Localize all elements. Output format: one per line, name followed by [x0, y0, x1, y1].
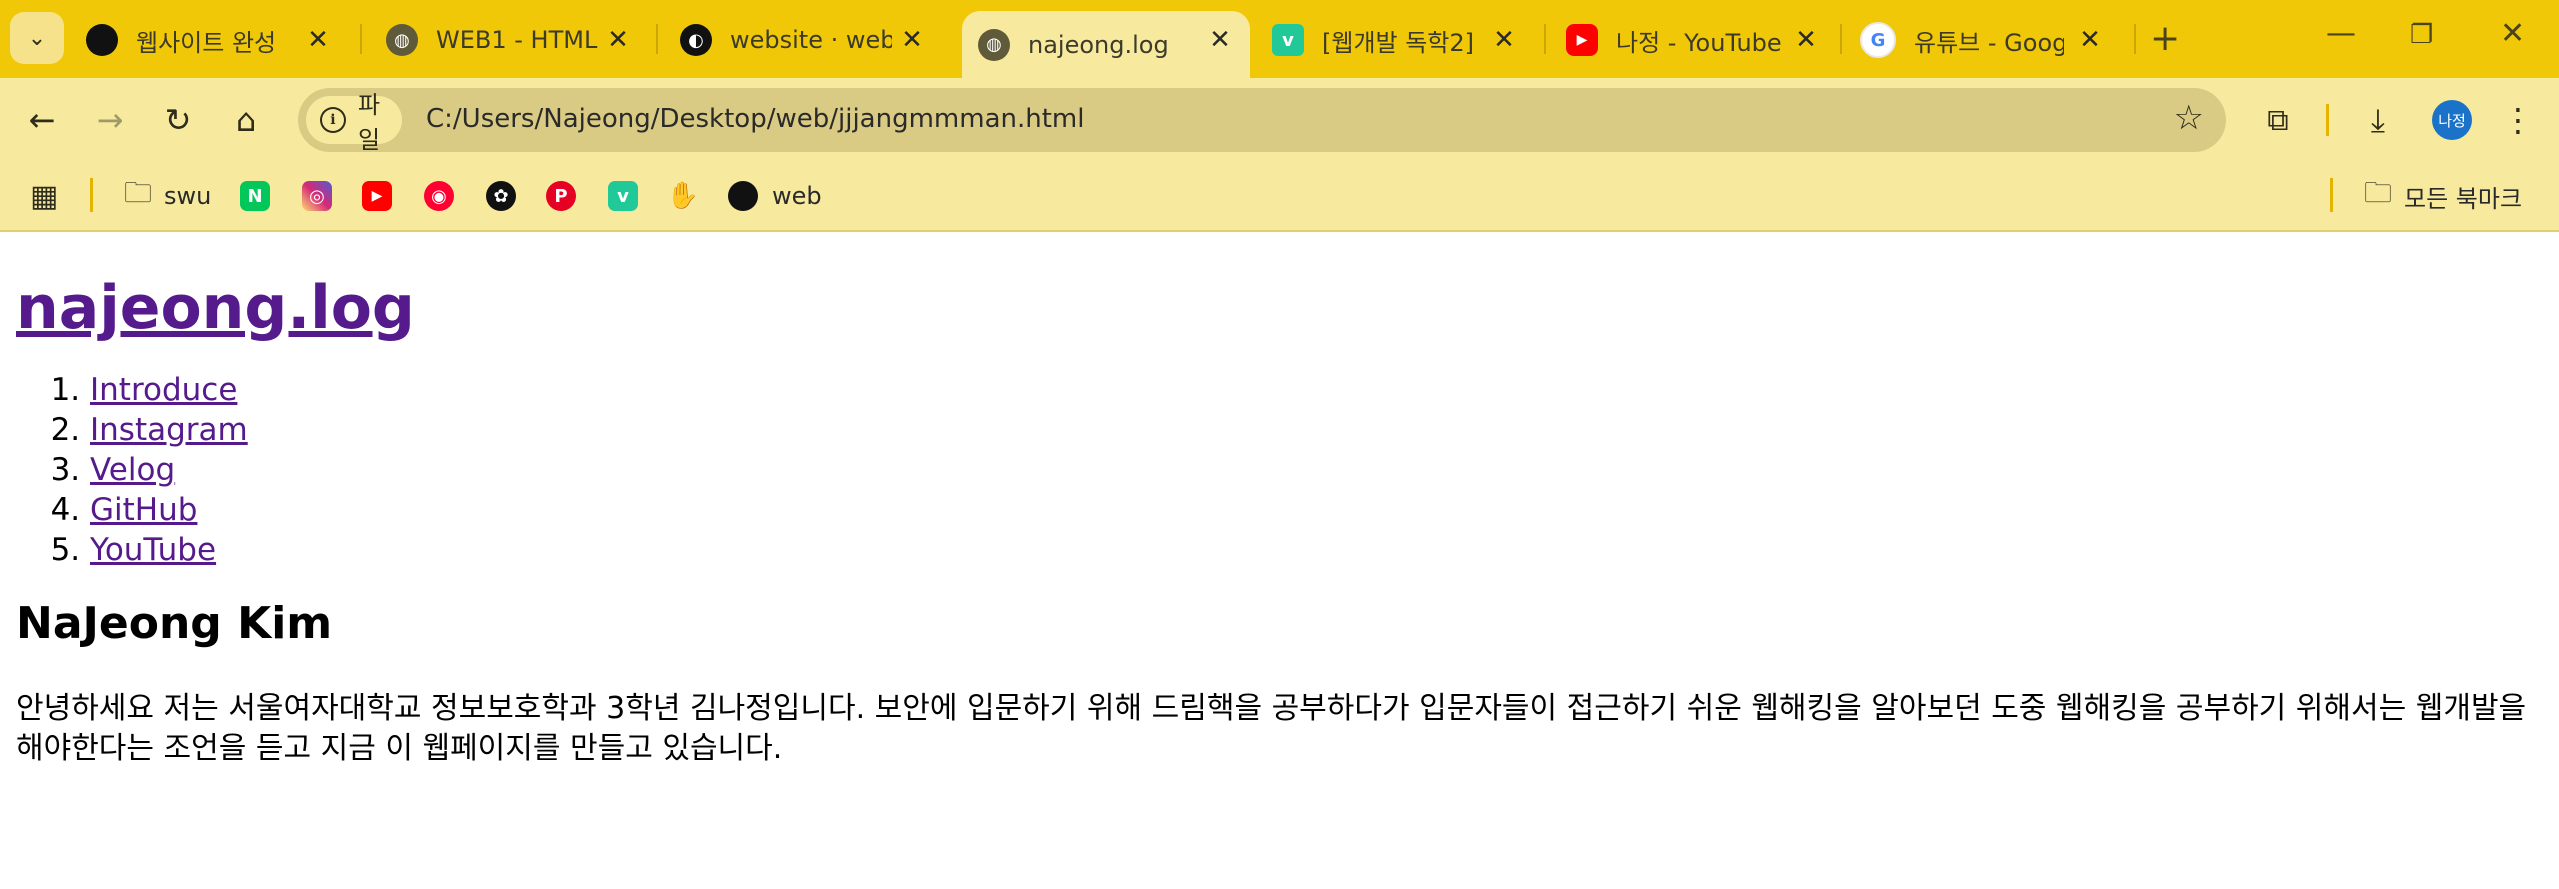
tab-search-button[interactable]: ⌄ [10, 12, 64, 64]
tab-6[interactable]: G 유튜브 - Googl ✕ [1860, 11, 2120, 69]
naver-icon: N [240, 181, 270, 211]
forward-arrow-icon[interactable]: → [88, 98, 132, 142]
home-icon[interactable]: ⌂ [224, 98, 268, 142]
black-circle-icon [728, 181, 758, 211]
close-icon[interactable]: ✕ [1488, 24, 1520, 56]
section-heading: NaJeong Kim [16, 598, 333, 649]
folder-icon: 🗀 [124, 176, 153, 209]
tab-title: website · web-r [730, 26, 892, 54]
info-icon: i [320, 107, 346, 133]
close-icon[interactable]: ✕ [302, 24, 334, 56]
nav-item: Introduce [90, 370, 2536, 410]
close-icon[interactable]: ✕ [896, 24, 928, 56]
globe-icon: ◍ [386, 24, 418, 56]
velog-icon: v [1272, 24, 1304, 56]
all-bookmarks-label: 모든 북마크 [2404, 184, 2523, 213]
bookmark-pinterest[interactable]: P [546, 176, 590, 216]
toolbar-divider [2326, 104, 2329, 136]
download-icon[interactable]: ⤓ [2356, 98, 2400, 142]
bookmark-star-icon[interactable]: ☆ [2174, 98, 2204, 138]
instagram-icon: ◎ [302, 181, 332, 211]
close-icon[interactable]: ✕ [1790, 24, 1822, 56]
apps-grid-icon[interactable]: ▦ [30, 176, 58, 216]
bookmark-velog[interactable]: v [608, 176, 652, 216]
youtube-icon: ▶ [362, 181, 392, 211]
url-text[interactable]: C:/Users/Najeong/Desktop/web/jjjangmmman… [426, 104, 1084, 134]
folder-icon: 🗀 [2364, 176, 2393, 209]
all-bookmarks-folder[interactable]: 🗀 모든 북마크 [2364, 176, 2522, 216]
reload-icon[interactable]: ↻ [156, 98, 200, 142]
tab-strip: ⌄ 웹사이트 완성 ✕ ◍ WEB1 - HTML ✕ ◐ website · … [0, 0, 2559, 78]
window-close-icon[interactable]: ✕ [2500, 16, 2525, 51]
address-bar[interactable]: i 파일 C:/Users/Najeong/Desktop/web/jjjang… [298, 88, 2226, 154]
nav-link-velog[interactable]: Velog [90, 452, 175, 488]
tab-divider [1544, 24, 1546, 54]
bookmark-instagram[interactable]: ◎ [302, 176, 346, 216]
browser-toolbar: ← → ↻ ⌂ i 파일 C:/Users/Najeong/Desktop/we… [0, 78, 2559, 162]
bookmark-divider [90, 178, 93, 212]
chatgpt-icon: ✿ [486, 181, 516, 211]
pinterest-icon: P [546, 181, 576, 211]
bookmark-web[interactable]: web [728, 176, 822, 216]
close-icon[interactable]: ✕ [602, 24, 634, 56]
google-icon: G [1860, 22, 1896, 58]
tab-4[interactable]: v [웹개발 독학2] ✕ [1272, 11, 1534, 69]
close-icon[interactable]: ✕ [2074, 24, 2106, 56]
bookmark-divider [2330, 178, 2333, 212]
tab-title: 유튜브 - Googl [1914, 28, 2064, 57]
globe-icon: ◍ [978, 28, 1010, 61]
bookmark-youtube[interactable]: ▶ [362, 176, 406, 216]
tab-divider [2134, 24, 2136, 54]
bookmark-hand[interactable]: ✋ [666, 176, 712, 216]
youtube-music-icon: ◉ [424, 181, 454, 211]
bookmarks-bar: ▦ 🗀 swu N ◎ ▶ ◉ ✿ P v ✋ web 🗀 모든 북마크 [0, 162, 2559, 232]
nav-list: Introduce Instagram Velog GitHub YouTube [16, 370, 2536, 570]
bookmark-folder-swu[interactable]: 🗀 swu [124, 176, 211, 216]
chevron-down-icon: ⌄ [27, 25, 47, 51]
intro-paragraph: 안녕하세요 저는 서울여자대학교 정보보호학과 3학년 김나정입니다. 보안에 … [16, 691, 2527, 766]
tab-1[interactable]: ◍ WEB1 - HTML ✕ [386, 11, 648, 69]
bookmark-label: web [772, 182, 822, 210]
tab-5[interactable]: ▶ 나정 - YouTube ✕ [1566, 11, 1836, 69]
nav-link-github[interactable]: GitHub [90, 492, 197, 528]
bookmark-naver[interactable]: N [240, 176, 284, 216]
bookmark-chatgpt[interactable]: ✿ [486, 176, 530, 216]
bookmark-youtube-music[interactable]: ◉ [424, 176, 468, 216]
tab-3-active[interactable]: ◍ najeong.log ✕ [962, 11, 1250, 78]
tab-title: [웹개발 독학2] [1322, 28, 1475, 57]
minimize-icon[interactable]: — [2326, 16, 2356, 51]
nav-item: Velog [90, 450, 2536, 490]
velog-icon: v [608, 181, 638, 211]
page-content: najeong.log Introduce Instagram Velog Gi… [16, 232, 2536, 769]
hand-icon: ✋ [666, 181, 700, 211]
extensions-puzzle-icon[interactable]: ⧉ [2256, 98, 2300, 142]
youtube-icon: ▶ [1566, 24, 1598, 56]
nav-item: GitHub [90, 490, 2536, 530]
nav-link-youtube[interactable]: YouTube [90, 532, 216, 568]
site-info-label: 파일 [357, 91, 381, 154]
nav-link-instagram[interactable]: Instagram [90, 412, 248, 448]
more-menu-icon[interactable]: ⋮ [2496, 98, 2540, 142]
tab-divider [360, 24, 362, 54]
tab-divider [656, 24, 658, 54]
close-icon[interactable]: ✕ [1204, 24, 1236, 56]
github-icon: ◐ [680, 24, 712, 56]
site-info-chip[interactable]: i 파일 [306, 91, 402, 154]
nav-link-introduce[interactable]: Introduce [90, 372, 237, 408]
tab-0[interactable]: 웹사이트 완성 ✕ [86, 11, 348, 69]
tab-2[interactable]: ◐ website · web-r ✕ [680, 11, 942, 69]
restore-icon[interactable]: ❐ [2410, 20, 2433, 50]
black-circle-icon [86, 24, 118, 56]
page-title-link[interactable]: najeong.log [16, 273, 415, 343]
new-tab-plus-icon[interactable]: + [2150, 18, 2180, 59]
back-arrow-icon[interactable]: ← [20, 98, 64, 142]
nav-item: Instagram [90, 410, 2536, 450]
page-title: najeong.log [16, 272, 2536, 344]
nav-item: YouTube [90, 530, 2536, 570]
profile-avatar[interactable]: 나정 [2432, 100, 2472, 140]
bookmark-label: swu [164, 182, 212, 210]
tab-divider [1840, 24, 1842, 54]
